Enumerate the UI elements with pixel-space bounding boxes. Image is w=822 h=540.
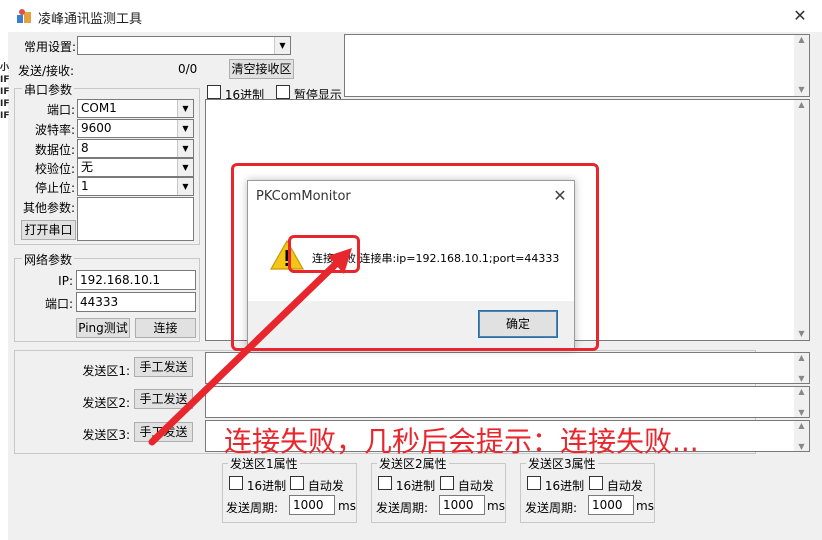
annotation-text: 连接失败，几秒后会提示：连接失败... xyxy=(224,425,699,458)
